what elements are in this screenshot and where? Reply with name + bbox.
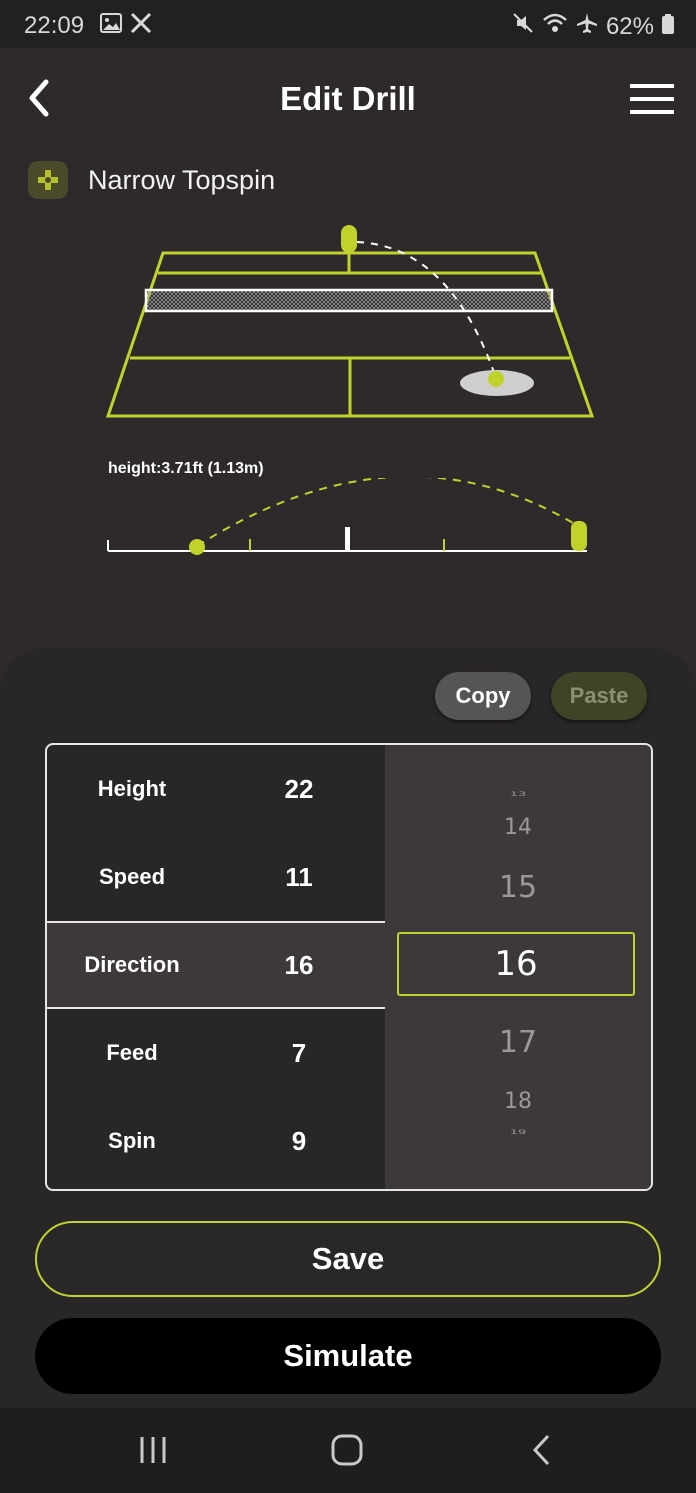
x-app-icon: [130, 12, 152, 40]
value-picker[interactable]: 13 14 15 16 17 18 19: [385, 745, 651, 1189]
picker-option[interactable]: 19: [385, 1129, 651, 1136]
picker-selected-value[interactable]: 16: [397, 932, 635, 996]
back-icon: [532, 1434, 550, 1466]
home-button[interactable]: [327, 1430, 367, 1470]
recent-apps-icon: [140, 1437, 166, 1463]
picker-option[interactable]: 14: [385, 815, 651, 840]
height-readout: height:3.71ft (1.13m): [108, 460, 264, 477]
court-net: [144, 288, 554, 313]
status-time: 22:09: [24, 12, 85, 39]
save-button[interactable]: Save: [35, 1221, 661, 1297]
net-marker: [345, 527, 350, 551]
ball-machine-icon: [38, 170, 58, 190]
home-icon: [331, 1434, 363, 1466]
parameter-editor: Height 22 Speed 11 Direction 16 Feed 7 S…: [45, 743, 653, 1191]
picker-option[interactable]: 17: [385, 1025, 651, 1060]
status-bar: 22:09 62%: [0, 0, 696, 48]
picker-option[interactable]: 13: [385, 791, 651, 798]
ball-machine-marker: [341, 225, 357, 253]
trajectory-arc: [196, 478, 579, 547]
picker-option[interactable]: 15: [385, 870, 651, 905]
menu-button[interactable]: [630, 82, 674, 116]
court-diagram: [105, 225, 595, 418]
battery-icon: [662, 13, 674, 41]
gallery-icon: [100, 12, 122, 40]
drill-name: Narrow Topspin: [88, 164, 276, 195]
simulate-button[interactable]: Simulate: [35, 1318, 661, 1394]
app-header: Edit Drill: [0, 48, 696, 148]
mute-icon: [512, 12, 534, 41]
drill-badge: [28, 161, 68, 199]
paste-button[interactable]: Paste: [551, 672, 647, 720]
drill-title-row: Narrow Topspin: [28, 160, 275, 200]
system-nav-bar: [0, 1408, 696, 1493]
param-group-top-border: [47, 745, 387, 923]
trajectory-diagram: [107, 478, 587, 555]
picker-option[interactable]: 18: [385, 1089, 651, 1114]
param-row-direction[interactable]: Direction 16: [47, 921, 385, 1009]
recent-apps-button[interactable]: [133, 1430, 173, 1470]
param-label: Direction: [84, 952, 180, 977]
trajectory-ball: [189, 539, 205, 555]
copy-button[interactable]: Copy: [435, 672, 531, 720]
hamburger-menu-icon: [630, 84, 674, 114]
wifi-icon: [542, 12, 568, 41]
system-back-button[interactable]: [522, 1430, 562, 1470]
param-value: 16: [284, 950, 314, 980]
trajectory-machine-marker: [571, 521, 587, 551]
battery-level: 62%: [605, 12, 654, 40]
airplane-icon: [576, 12, 598, 41]
param-group-bottom-border: [47, 1007, 387, 1189]
landing-ball: [488, 371, 504, 387]
page-title: Edit Drill: [280, 80, 416, 117]
